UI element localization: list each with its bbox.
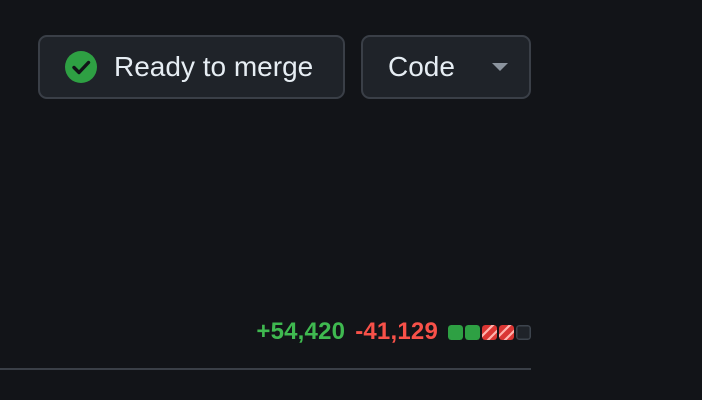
diffstat-blocks	[448, 324, 531, 340]
ready-to-merge-button[interactable]: Ready to merge	[38, 35, 345, 99]
diffstat-block-neutral	[516, 324, 531, 340]
divider	[0, 368, 531, 370]
caret-down-icon	[491, 63, 508, 71]
deletions-count: -41,129	[355, 318, 438, 345]
diffstat: +54,420 -41,129	[0, 316, 531, 348]
diffstat-block-deleted	[499, 324, 514, 340]
code-button-label: Code	[388, 51, 455, 82]
ready-to-merge-label: Ready to merge	[114, 51, 314, 82]
diffstat-block-added	[448, 324, 463, 340]
code-dropdown-button[interactable]: Code	[361, 35, 531, 99]
additions-count: +54,420	[256, 318, 346, 345]
diffstat-block-deleted	[482, 324, 497, 340]
check-circle-icon	[65, 51, 97, 83]
diffstat-block-added	[465, 324, 480, 340]
